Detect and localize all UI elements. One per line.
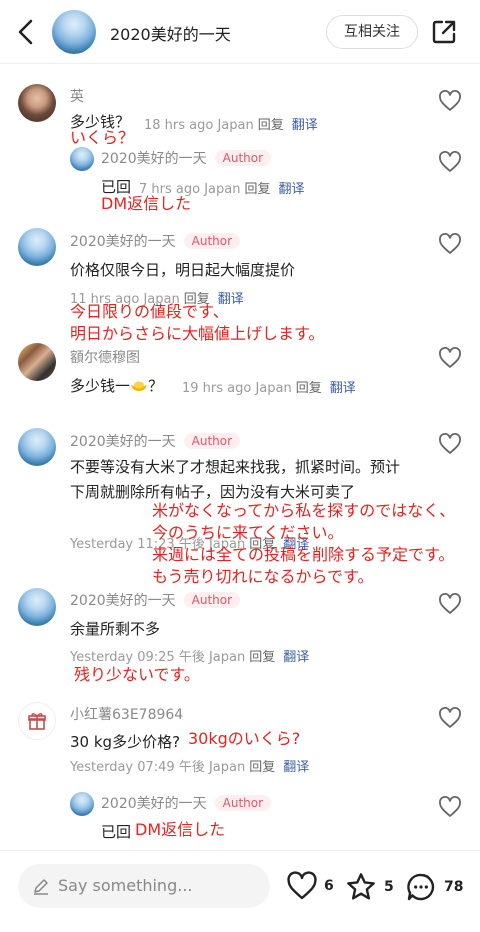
comment-text: 多少钱一？ xyxy=(70,377,164,395)
avatar[interactable] xyxy=(18,428,56,466)
author-badge: Author xyxy=(214,795,272,811)
author-badge: Author xyxy=(183,233,241,249)
pencil-icon xyxy=(34,879,48,895)
top-bar: 2020美好的一天 互相关注 xyxy=(0,0,480,64)
heart-icon[interactable] xyxy=(438,707,462,729)
comment-text: 不要等没有大米了才想起来找我，抓紧时间。预计下周就删除所有帖子，因为没有大米可卖… xyxy=(70,458,401,501)
comment-username[interactable]: 2020美好的一天 Author xyxy=(70,231,241,251)
timestamp: 18 hrs ago Japan xyxy=(144,118,254,133)
back-arrow-icon[interactable] xyxy=(14,18,38,46)
comment-username[interactable]: 2020美好的一天 Author xyxy=(101,148,272,168)
heart-icon[interactable] xyxy=(438,347,462,369)
star-icon xyxy=(347,873,375,900)
heart-icon xyxy=(287,871,317,900)
bottom-bar: Say something... 6 5 78 xyxy=(0,850,480,932)
translate-link[interactable]: 翻译 xyxy=(283,760,309,775)
timestamp: 19 hrs ago Japan xyxy=(182,381,292,396)
annotation-note: DM返信した xyxy=(101,194,192,213)
comment-username[interactable]: 2020美好的一天 Author xyxy=(70,590,241,610)
heart-icon[interactable] xyxy=(438,90,462,112)
comment-meta: Yesterday 09:25 午後 Japan 回复 翻译 xyxy=(70,646,309,665)
translate-link[interactable]: 翻译 xyxy=(330,381,356,396)
timestamp: Yesterday 09:25 午後 Japan xyxy=(70,650,246,665)
avatar[interactable] xyxy=(70,147,94,171)
heart-icon[interactable] xyxy=(438,233,462,255)
reply-link[interactable]: 回复 xyxy=(249,650,275,665)
gold-ingot-icon xyxy=(131,381,148,391)
annotation-note: いくら？ xyxy=(70,128,135,147)
comment-username[interactable]: 2020美好的一天 Author xyxy=(70,431,241,451)
annotation-note: もう売り切れになるからです。 xyxy=(152,567,374,586)
comment-meta: Yesterday 07:49 午後 Japan 回复 翻译 xyxy=(70,756,309,775)
reply-link[interactable]: 回复 xyxy=(296,381,322,396)
favorite-count: 5 xyxy=(384,879,394,895)
annotation-note: 今日限りの値段です、 xyxy=(70,302,229,321)
translate-link[interactable]: 翻译 xyxy=(283,650,309,665)
reply-link[interactable]: 回复 xyxy=(258,118,284,133)
translate-link[interactable]: 翻译 xyxy=(278,182,304,197)
avatar[interactable] xyxy=(18,588,56,626)
comment-username[interactable]: 英 xyxy=(70,86,84,106)
comment-text: 30 kg多少价格? xyxy=(70,733,181,751)
timestamp: Yesterday 07:49 午後 Japan xyxy=(70,760,246,775)
favorite-button[interactable]: 5 xyxy=(344,871,394,903)
annotation-note: 明日からさらに大幅値上げします。 xyxy=(70,324,325,343)
author-avatar[interactable] xyxy=(52,10,96,54)
share-icon[interactable] xyxy=(430,18,458,46)
comment-meta: 18 hrs ago Japan 回复 翻译 xyxy=(144,114,318,133)
comment-text: 已回 xyxy=(101,823,132,841)
comment-count: 78 xyxy=(444,879,464,895)
reply-link[interactable]: 回复 xyxy=(249,760,275,775)
comment-text: 价格仅限今日，明日起大幅度提价 xyxy=(70,261,296,279)
comment-text: 余量所剩不多 xyxy=(70,620,161,638)
translate-link[interactable]: 翻译 xyxy=(292,118,318,133)
heart-icon[interactable] xyxy=(438,433,462,455)
annotation-note: 30kgのいくら? xyxy=(188,729,301,748)
avatar[interactable] xyxy=(18,702,56,740)
like-count: 6 xyxy=(324,878,334,894)
chat-bubble-icon xyxy=(407,873,435,901)
follow-button[interactable]: 互相关注 xyxy=(326,15,418,49)
comment-meta: 19 hrs ago Japan 回复 翻译 xyxy=(182,377,356,396)
comment-username[interactable]: 2020美好的一天 Author xyxy=(101,793,272,813)
annotation-note: 今のうちに来てください。 xyxy=(152,523,344,542)
heart-icon[interactable] xyxy=(438,151,462,173)
heart-icon[interactable] xyxy=(438,796,462,818)
reply-link[interactable]: 回复 xyxy=(244,182,270,197)
avatar[interactable] xyxy=(18,228,56,266)
gift-icon xyxy=(28,713,46,730)
annotation-note: 米がなくなってから私を探すのではなく、 xyxy=(152,501,456,520)
annotation-note: 来週には全ての投稿を削除する予定です。 xyxy=(152,545,455,564)
comment-input[interactable]: Say something... xyxy=(18,864,270,908)
avatar[interactable] xyxy=(18,343,56,381)
comment-username[interactable]: 小红薯63E78964 xyxy=(70,704,183,724)
author-badge: Author xyxy=(183,433,241,449)
avatar[interactable] xyxy=(18,84,56,122)
avatar[interactable] xyxy=(70,792,94,816)
comment-username[interactable]: 額尔德穆图 xyxy=(70,347,140,367)
comment-placeholder: Say something... xyxy=(58,876,193,895)
annotation-note: DM返信した xyxy=(135,820,226,839)
annotation-note: 残り少ないです。 xyxy=(74,665,200,684)
page-title[interactable]: 2020美好的一天 xyxy=(110,21,231,45)
author-badge: Author xyxy=(183,592,241,608)
heart-icon[interactable] xyxy=(438,593,462,615)
like-button[interactable]: 6 xyxy=(286,871,334,901)
comments-button[interactable]: 78 xyxy=(404,871,463,903)
author-badge: Author xyxy=(214,150,272,166)
